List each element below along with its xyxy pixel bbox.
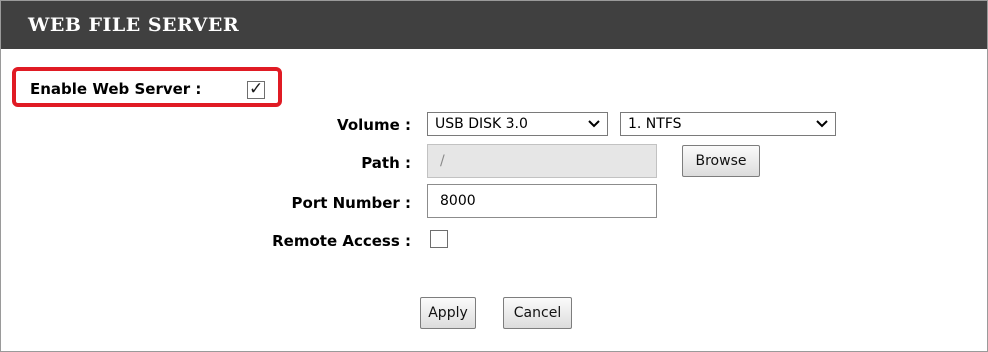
volume-partition-select[interactable]: 1. NTFS (620, 112, 836, 136)
volume-disk-value: USB DISK 3.0 (435, 116, 528, 132)
port-number-value: 8000 (440, 193, 476, 209)
remote-access-label: Remote Access : (272, 232, 411, 250)
path-value: / (440, 153, 445, 169)
web-file-server-panel: WEB FILE SERVER Enable Web Server : ✓ Vo… (0, 0, 988, 352)
browse-button[interactable]: Browse (682, 145, 760, 177)
chevron-down-icon (816, 120, 828, 128)
volume-label: Volume : (337, 116, 411, 134)
port-number-input[interactable]: 8000 (427, 184, 657, 218)
port-number-label: Port Number : (291, 194, 411, 212)
enable-web-server-label: Enable Web Server : (30, 80, 202, 98)
checkmark-icon: ✓ (249, 79, 264, 99)
cancel-button[interactable]: Cancel (503, 297, 572, 329)
chevron-down-icon (588, 120, 600, 128)
path-input[interactable]: / (427, 144, 657, 178)
volume-disk-select[interactable]: USB DISK 3.0 (427, 112, 608, 136)
volume-partition-value: 1. NTFS (628, 116, 682, 132)
section-header: WEB FILE SERVER (1, 1, 987, 49)
path-label: Path : (361, 154, 411, 172)
enable-web-server-highlight: Enable Web Server : ✓ (12, 67, 282, 107)
remote-access-checkbox[interactable] (430, 230, 448, 248)
apply-button[interactable]: Apply (420, 297, 476, 329)
section-title: WEB FILE SERVER (28, 14, 240, 36)
enable-web-server-checkbox[interactable]: ✓ (247, 79, 265, 99)
